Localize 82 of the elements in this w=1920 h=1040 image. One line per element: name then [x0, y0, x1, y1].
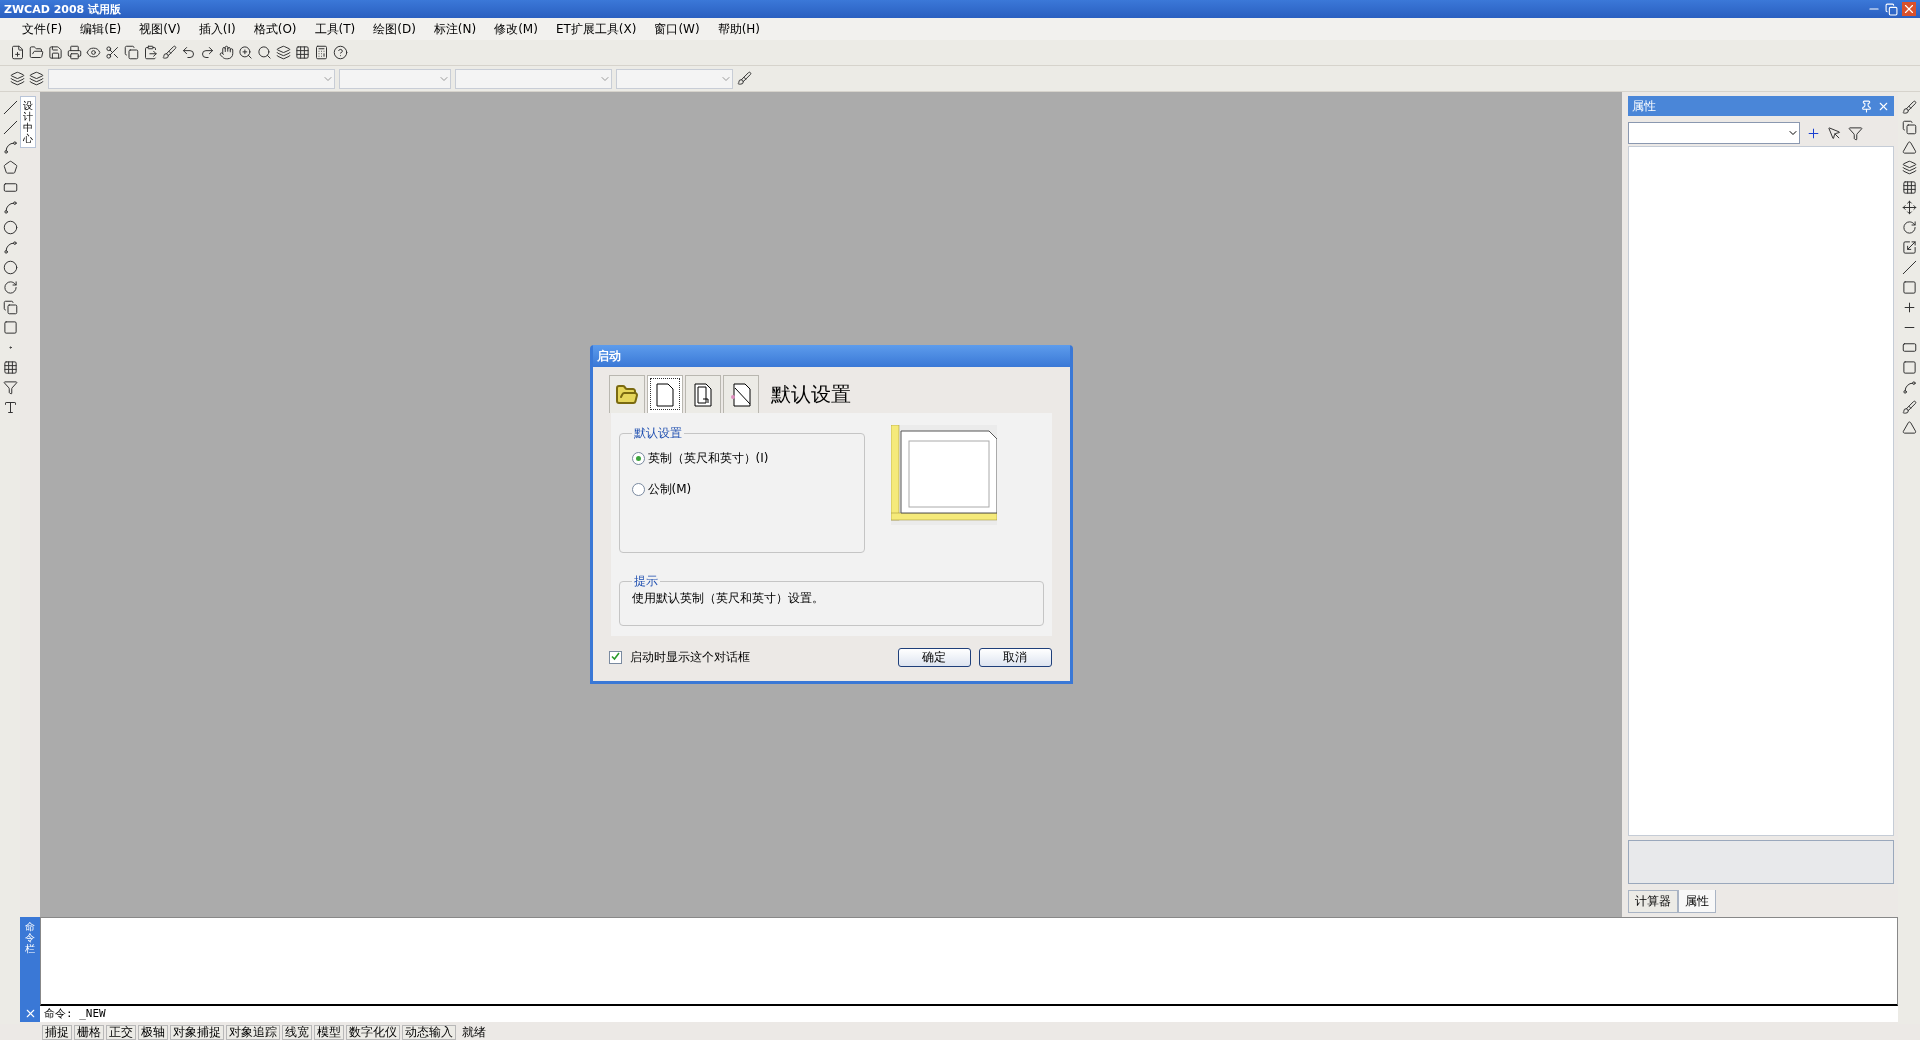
- object-dropdown[interactable]: [1628, 122, 1800, 144]
- menu-item[interactable]: ET扩展工具(X): [547, 18, 645, 40]
- circle-icon[interactable]: [2, 220, 18, 235]
- polygon-icon[interactable]: [2, 160, 18, 175]
- status-toggle[interactable]: 模型: [314, 1024, 344, 1040]
- panel-tab[interactable]: 属性: [1678, 890, 1716, 913]
- arc-icon[interactable]: [2, 200, 18, 215]
- cancel-button[interactable]: 取消: [978, 648, 1052, 667]
- scissors-icon[interactable]: [105, 45, 120, 60]
- menu-item[interactable]: 窗口(W): [646, 18, 708, 40]
- redo-icon[interactable]: [200, 45, 215, 60]
- status-toggle[interactable]: 捕捉: [42, 1024, 72, 1040]
- copy-icon[interactable]: [1901, 120, 1917, 135]
- menu-item[interactable]: 插入(I): [190, 18, 244, 40]
- menu-item[interactable]: 工具(T): [306, 18, 364, 40]
- command-bar-label: 命令栏: [25, 921, 35, 954]
- pin-icon[interactable]: [1860, 99, 1873, 113]
- checkbox[interactable]: [608, 651, 622, 664]
- undo-icon[interactable]: [181, 45, 196, 60]
- status-toggle[interactable]: 动态输入: [402, 1024, 456, 1040]
- group-title: 默认设置: [632, 425, 683, 442]
- layers-icon[interactable]: [10, 71, 25, 86]
- status-toggle[interactable]: 数字化仪: [346, 1024, 400, 1040]
- ok-button[interactable]: 确定: [897, 648, 971, 667]
- rectangle-icon[interactable]: [2, 180, 18, 195]
- status-toggle[interactable]: 栅格: [74, 1024, 104, 1040]
- hint-text: 使用默认英制（英尺和英寸）设置。: [631, 591, 824, 605]
- zoom-in-icon[interactable]: [238, 45, 253, 60]
- status-text: 就绪: [461, 1023, 486, 1040]
- folder-icon[interactable]: [29, 45, 44, 60]
- hint-title: 提示: [632, 573, 659, 590]
- rotate-icon[interactable]: [1901, 220, 1917, 235]
- dialog-title: 启动: [592, 345, 1070, 367]
- brush-icon[interactable]: [162, 45, 177, 60]
- status-toggle[interactable]: 线宽: [282, 1024, 312, 1040]
- line-icon[interactable]: [2, 120, 18, 135]
- printer-icon[interactable]: [67, 45, 82, 60]
- side-tab[interactable]: 设计中心: [20, 96, 36, 148]
- radio-button[interactable]: [631, 483, 645, 496]
- hand-icon[interactable]: [219, 45, 234, 60]
- status-toggle[interactable]: 正交: [106, 1024, 136, 1040]
- status-toggle[interactable]: 极轴: [138, 1024, 168, 1040]
- layers-icon[interactable]: [276, 45, 291, 60]
- check-icon: [610, 652, 620, 661]
- menu-item[interactable]: 绘图(D): [365, 18, 424, 40]
- status-toggle[interactable]: 对象追踪: [226, 1024, 280, 1040]
- paste-icon[interactable]: [143, 45, 158, 60]
- status-toggle[interactable]: 对象捕捉: [170, 1024, 224, 1040]
- dialog-heading: 默认设置: [770, 380, 851, 408]
- new-file-icon[interactable]: [10, 45, 25, 60]
- pointer-icon[interactable]: [1827, 125, 1842, 141]
- panel-title: 属性: [1632, 97, 1657, 115]
- dialog-tab[interactable]: [646, 375, 683, 413]
- close-icon[interactable]: [1902, 2, 1916, 16]
- filter-icon[interactable]: [1848, 125, 1863, 141]
- template-page-icon: [693, 382, 712, 407]
- blank-page-icon: [655, 382, 674, 407]
- line-icon[interactable]: [2, 100, 18, 115]
- text-icon[interactable]: [2, 400, 18, 415]
- radio-button[interactable]: [631, 452, 645, 465]
- radio-option[interactable]: 公制(M): [631, 481, 852, 498]
- menu-item[interactable]: 修改(M): [486, 18, 546, 40]
- menu-item[interactable]: 帮助(H): [709, 18, 768, 40]
- radio-option[interactable]: 英制（英尺和英寸）(I): [631, 450, 852, 467]
- search-icon[interactable]: [257, 45, 272, 60]
- grid-icon[interactable]: [295, 45, 310, 60]
- panel-tab[interactable]: 计算器: [1628, 890, 1678, 913]
- folder-icon: [614, 382, 639, 407]
- menu-item[interactable]: 文件(F): [14, 18, 71, 40]
- move-icon[interactable]: [1901, 200, 1917, 215]
- window-title: ZWCAD 2008 试用版: [4, 1, 123, 17]
- save-icon[interactable]: [48, 45, 63, 60]
- menu-item[interactable]: 标注(N): [425, 18, 485, 40]
- calculator-icon[interactable]: [314, 45, 329, 60]
- menu-item[interactable]: 格式(O): [245, 18, 305, 40]
- menu-item[interactable]: 编辑(E): [72, 18, 130, 40]
- restore-icon[interactable]: [1885, 2, 1898, 16]
- copy-icon[interactable]: [124, 45, 139, 60]
- wizard-icon: [728, 382, 753, 407]
- menu-item[interactable]: 视图(V): [131, 18, 189, 40]
- help-icon[interactable]: [333, 45, 348, 60]
- checkbox-label: 启动时显示这个对话框: [629, 649, 751, 666]
